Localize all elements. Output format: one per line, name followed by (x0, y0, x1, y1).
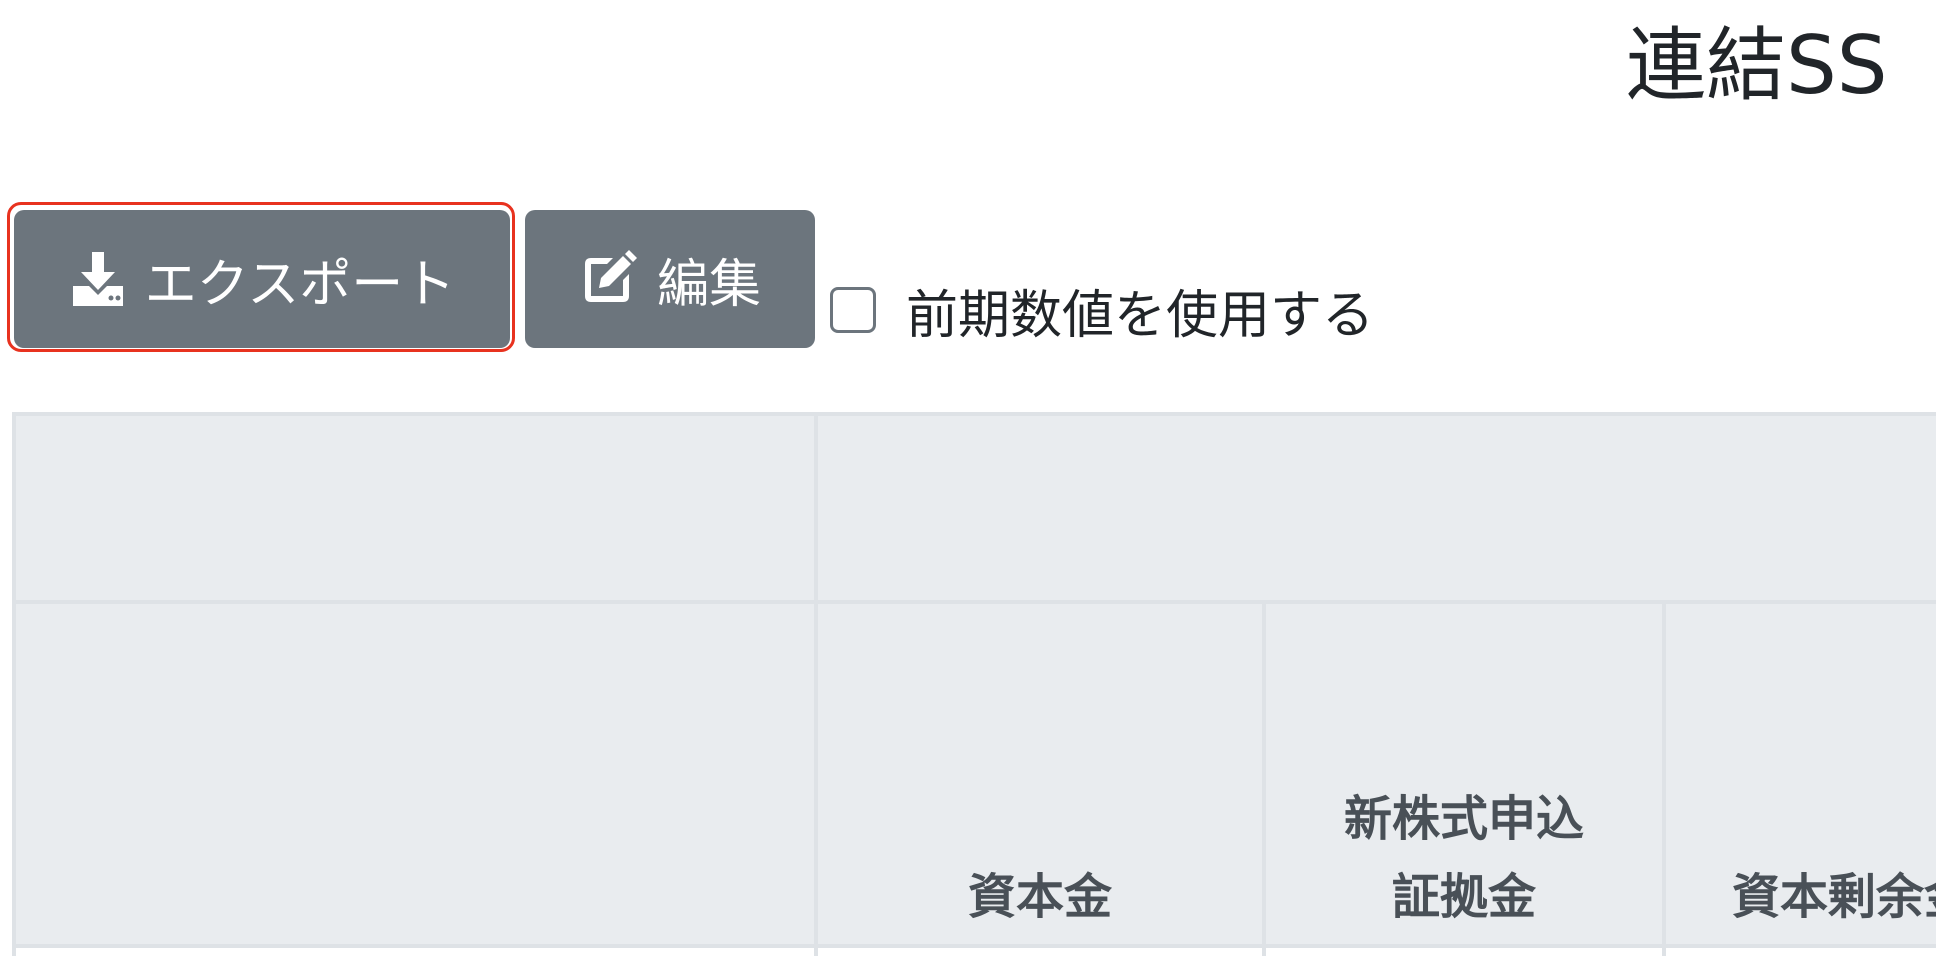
header-text: 資本剰余金 (1732, 869, 1936, 925)
header-text: 新株式申込 (1343, 791, 1584, 847)
edit-button-label: 編集 (656, 254, 761, 315)
equity-statement-table: 資本金 新株式申込 証拠金 資本剰余金 (12, 412, 1936, 956)
use-previous-period-option[interactable]: 前期数値を使用する (830, 280, 1374, 346)
table-cell (1662, 944, 1936, 956)
table-cell (814, 944, 1266, 956)
header-group-cell (814, 412, 1936, 604)
header-cell-capital: 資本金 (814, 600, 1266, 948)
table-header-group-row (12, 412, 1936, 604)
download-icon (69, 250, 127, 308)
header-text: 資本金 (967, 869, 1112, 925)
header-cell-label (12, 600, 818, 948)
edit-button[interactable]: 編集 (525, 210, 815, 348)
header-cell-capital-surplus: 資本剰余金 (1662, 600, 1936, 948)
header-text: 証拠金 (1391, 869, 1536, 925)
use-previous-period-checkbox[interactable] (830, 287, 876, 333)
table-header-row: 資本金 新株式申込 証拠金 資本剰余金 (12, 600, 1936, 948)
header-corner-cell (12, 412, 818, 604)
page-title: 連結SS (1626, 19, 1888, 112)
table-cell (12, 944, 818, 956)
header-cell-new-share-deposit: 新株式申込 証拠金 (1262, 600, 1666, 948)
export-button[interactable]: エクスポート (14, 210, 510, 348)
table-cell (1262, 944, 1666, 956)
table-row (12, 944, 1936, 956)
export-button-label: エクスポート (144, 254, 456, 315)
edit-icon (579, 250, 637, 308)
use-previous-period-label[interactable]: 前期数値を使用する (906, 273, 1374, 348)
